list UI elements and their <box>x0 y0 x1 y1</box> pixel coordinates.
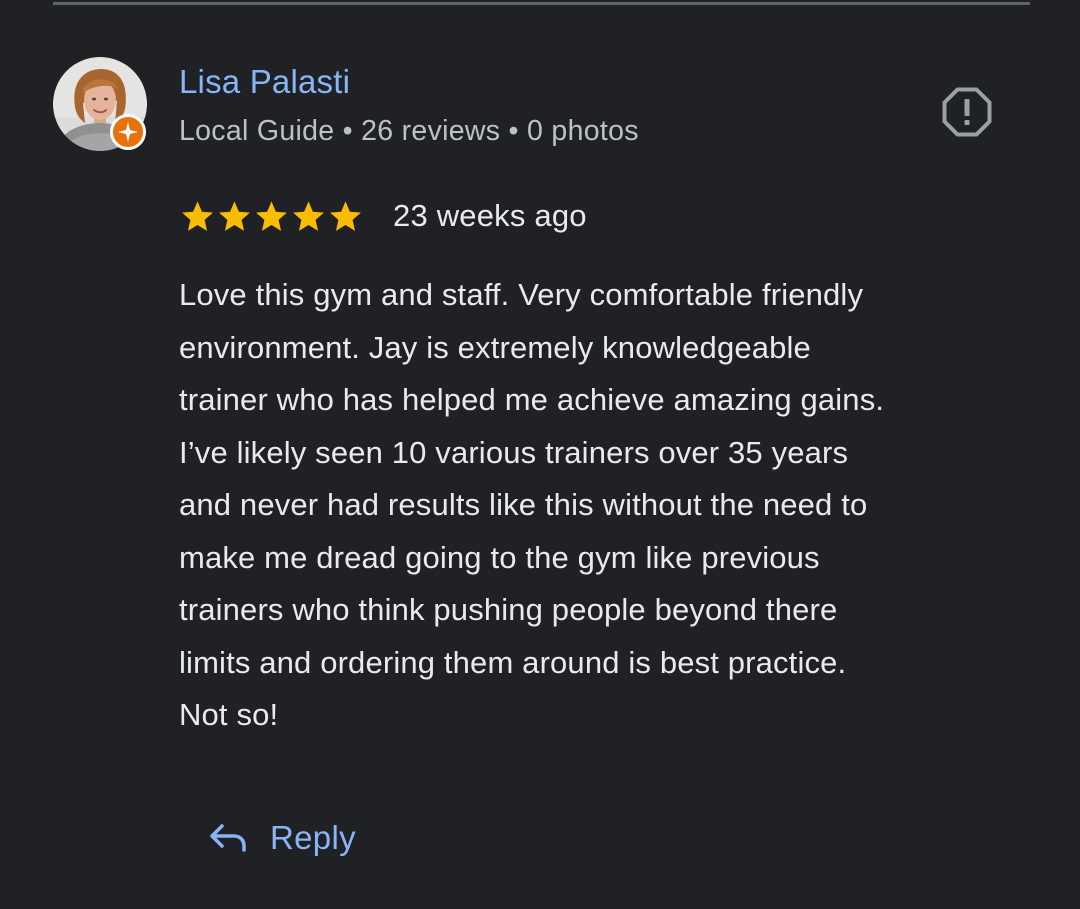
star-icon <box>219 200 250 231</box>
review-text-line: trainer who has helped me achieve amazin… <box>179 382 885 417</box>
reviewer-meta[interactable]: Local Guide • 26 reviews • 0 photos <box>179 113 639 149</box>
report-icon <box>942 87 992 137</box>
review-text-line: environment. Jay is extremely knowledgea… <box>179 329 811 365</box>
star-icon <box>256 200 287 231</box>
local-guide-star-icon <box>110 114 146 150</box>
report-review-button[interactable] <box>941 86 993 138</box>
top-divider <box>53 2 1030 5</box>
review-date: 23 weeks ago <box>393 198 587 233</box>
review-text-line: limits and ordering them around is best … <box>179 644 847 680</box>
star-icon <box>330 200 361 231</box>
review-text: Love this gym and staff. Very comfortabl… <box>179 269 1039 742</box>
reviewer-avatar[interactable] <box>53 57 149 153</box>
review-text-line: and never had results like this without … <box>179 487 868 522</box>
review-text-line: Love this gym and staff. Very comfortabl… <box>179 277 864 312</box>
star-rating <box>179 197 364 235</box>
reply-arrow-icon <box>210 824 246 852</box>
reply-label: Reply <box>270 819 356 856</box>
reply-button[interactable]: Reply <box>196 808 368 868</box>
star-icon <box>293 200 324 231</box>
reviewer-name[interactable]: Lisa Palasti <box>179 62 350 102</box>
star-icon <box>182 200 213 231</box>
review-text-line: I’ve likely seen 10 various trainers ove… <box>179 434 849 470</box>
review-text-line: make me dread going to the gym like prev… <box>179 539 820 575</box>
review-text-line: trainers who think pushing people beyond… <box>179 592 838 627</box>
review-text-line: Not so! <box>179 697 279 732</box>
